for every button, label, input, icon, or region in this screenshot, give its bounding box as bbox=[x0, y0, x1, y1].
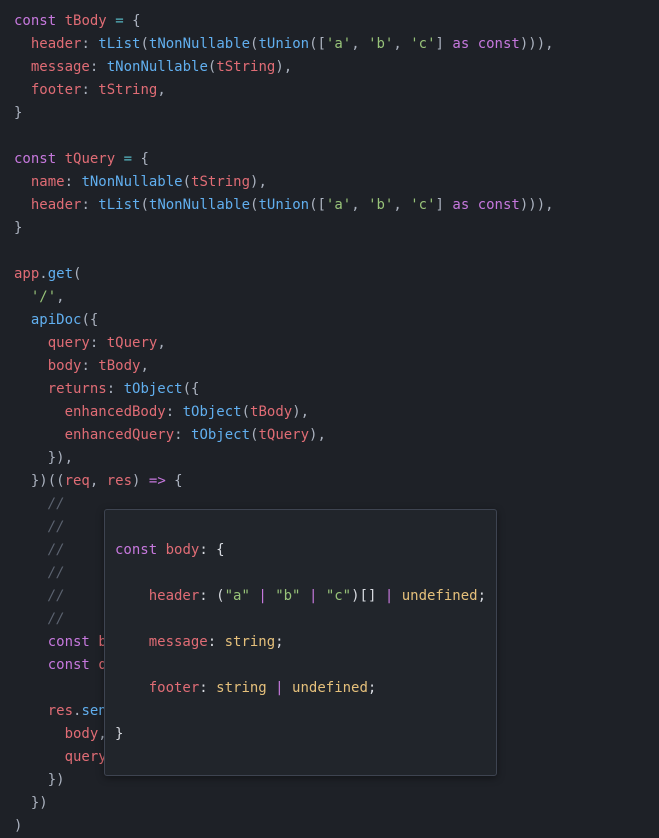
tooltip-line: header: ("a" | "b" | "c")[] | undefined; bbox=[115, 585, 486, 608]
code-line bbox=[14, 240, 645, 263]
code-line: }), bbox=[14, 447, 645, 470]
code-line: header: tList(tNonNullable(tUnion(['a', … bbox=[14, 33, 645, 56]
code-line: header: tList(tNonNullable(tUnion(['a', … bbox=[14, 194, 645, 217]
code-line: const tQuery = { bbox=[14, 148, 645, 171]
code-line: enhancedBody: tObject(tBody), bbox=[14, 401, 645, 424]
code-line: enhancedQuery: tObject(tQuery), bbox=[14, 424, 645, 447]
code-line: } bbox=[14, 102, 645, 125]
code-line: message: tNonNullable(tString), bbox=[14, 56, 645, 79]
code-line bbox=[14, 125, 645, 148]
tooltip-line: message: string; bbox=[115, 631, 486, 654]
code-line: } bbox=[14, 217, 645, 240]
code-line: const tBody = { bbox=[14, 10, 645, 33]
code-line: app.get( bbox=[14, 263, 645, 286]
tooltip-line: const body: { bbox=[115, 539, 486, 562]
code-line: '/', bbox=[14, 286, 645, 309]
code-line: footer: tString, bbox=[14, 79, 645, 102]
code-line: apiDoc({ bbox=[14, 309, 645, 332]
tooltip-line: footer: string | undefined; bbox=[115, 677, 486, 700]
code-line: }) bbox=[14, 792, 645, 815]
code-line: query: tQuery, bbox=[14, 332, 645, 355]
tooltip-line: } bbox=[115, 723, 486, 746]
code-line: returns: tObject({ bbox=[14, 378, 645, 401]
type-hover-tooltip: const body: { header: ("a" | "b" | "c")[… bbox=[104, 509, 497, 776]
code-line: body: tBody, bbox=[14, 355, 645, 378]
code-line: ) bbox=[14, 815, 645, 838]
code-line: })((req, res) => { bbox=[14, 470, 645, 493]
code-line: name: tNonNullable(tString), bbox=[14, 171, 645, 194]
